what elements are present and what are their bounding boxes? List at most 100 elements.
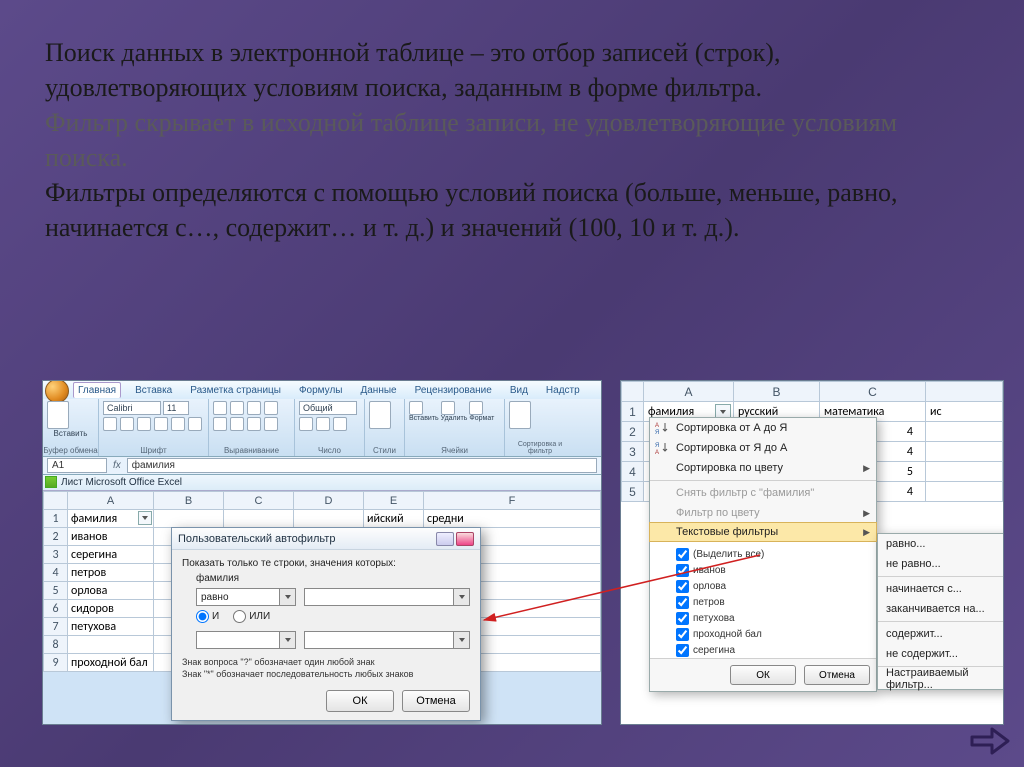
font-name-combo[interactable]: Calibri xyxy=(103,401,161,415)
col-header[interactable]: D xyxy=(294,492,364,510)
cell-header[interactable]: фамилия xyxy=(68,510,154,528)
sort-az-item[interactable]: АЯ Сортировка от А до Я xyxy=(650,418,876,438)
paste-icon[interactable] xyxy=(47,401,69,429)
col-header[interactable] xyxy=(926,382,1003,402)
value2-input[interactable] xyxy=(304,631,470,649)
filter-custom-item[interactable]: Настраиваемый фильтр... xyxy=(878,669,1004,689)
dialog-cancel-button[interactable]: Отмена xyxy=(402,690,470,712)
row-header[interactable]: 4 xyxy=(622,462,644,482)
row-header[interactable]: 3 xyxy=(44,546,68,564)
underline-icon[interactable] xyxy=(137,417,151,431)
formula-bar[interactable]: фамилия xyxy=(127,458,597,473)
col-header[interactable]: B xyxy=(734,382,820,402)
col-header[interactable]: E xyxy=(364,492,424,510)
cell[interactable]: иванов xyxy=(68,528,154,546)
sort-za-item[interactable]: ЯА Сортировка от Я до А xyxy=(650,438,876,458)
tab-home[interactable]: Главная xyxy=(73,382,121,398)
tab-formulas[interactable]: Формулы xyxy=(295,383,347,398)
align-icon[interactable] xyxy=(230,417,244,431)
currency-icon[interactable] xyxy=(299,417,313,431)
merge-icon[interactable] xyxy=(264,417,278,431)
align-icon[interactable] xyxy=(247,417,261,431)
filter-check-item[interactable]: серегина xyxy=(676,642,870,658)
menu-cancel-button[interactable]: Отмена xyxy=(804,665,870,685)
cell[interactable]: петров xyxy=(68,564,154,582)
align-icon[interactable] xyxy=(230,401,244,415)
filter-check-item[interactable]: петров xyxy=(676,594,870,610)
format-cells-icon[interactable] xyxy=(469,401,483,415)
cell[interactable] xyxy=(926,482,1003,502)
italic-icon[interactable] xyxy=(120,417,134,431)
sort-by-color-item[interactable]: Сортировка по цвету▶ xyxy=(650,458,876,478)
text-filters-item[interactable]: Текстовые фильтры▶ xyxy=(649,522,877,542)
col-header[interactable]: A xyxy=(644,382,734,402)
align-icon[interactable] xyxy=(247,401,261,415)
row-header[interactable]: 4 xyxy=(44,564,68,582)
cell[interactable] xyxy=(154,510,224,528)
filter-check-item[interactable]: петухова xyxy=(676,610,870,626)
cell[interactable]: проходной бал xyxy=(68,654,154,672)
percent-icon[interactable] xyxy=(316,417,330,431)
row-header[interactable]: 1 xyxy=(622,402,644,422)
insert-cells-icon[interactable] xyxy=(409,401,423,415)
row-header[interactable]: 9 xyxy=(44,654,68,672)
filter-values-checklist[interactable]: (Выделить все) иванов орлова петров пету… xyxy=(650,541,876,659)
dialog-titlebar[interactable]: Пользовательский автофильтр xyxy=(172,528,480,550)
row-header[interactable]: 1 xyxy=(44,510,68,528)
filter-check-item[interactable]: орлова xyxy=(676,578,870,594)
cell[interactable]: сидоров xyxy=(68,600,154,618)
bold-icon[interactable] xyxy=(103,417,117,431)
select-all-corner[interactable] xyxy=(622,382,644,402)
cell[interactable] xyxy=(224,510,294,528)
filter-check-item[interactable]: проходной бал xyxy=(676,626,870,642)
row-header[interactable]: 2 xyxy=(622,422,644,442)
font-size-combo[interactable]: 11 xyxy=(163,401,189,415)
dialog-help-button[interactable] xyxy=(436,532,454,546)
cell-header[interactable]: ийский xyxy=(364,510,424,528)
cell[interactable]: серегина xyxy=(68,546,154,564)
sort-filter-icon[interactable] xyxy=(509,401,531,429)
tab-review[interactable]: Рецензирование xyxy=(411,383,496,398)
tab-layout[interactable]: Разметка страницы xyxy=(186,383,285,398)
tab-addins[interactable]: Надстр xyxy=(542,383,584,398)
tab-view[interactable]: Вид xyxy=(506,383,532,398)
row-header[interactable]: 8 xyxy=(44,636,68,654)
col-header[interactable]: B xyxy=(154,492,224,510)
filter-not-equals-item[interactable]: не равно... xyxy=(878,554,1004,574)
tab-insert[interactable]: Вставка xyxy=(131,383,176,398)
col-header[interactable]: A xyxy=(68,492,154,510)
filter-equals-item[interactable]: равно... xyxy=(878,534,1004,554)
cell[interactable] xyxy=(294,510,364,528)
align-icon[interactable] xyxy=(213,401,227,415)
row-header[interactable]: 5 xyxy=(44,582,68,600)
filter-dropdown-icon[interactable] xyxy=(138,511,152,525)
filter-begins-with-item[interactable]: начинается с... xyxy=(878,579,1004,599)
col-header[interactable]: C xyxy=(820,382,926,402)
col-header[interactable]: C xyxy=(224,492,294,510)
border-icon[interactable] xyxy=(154,417,168,431)
row-header[interactable]: 6 xyxy=(44,600,68,618)
filter-check-item[interactable]: (Выделить все) xyxy=(676,546,870,562)
delete-cells-icon[interactable] xyxy=(441,401,455,415)
select-all-corner[interactable] xyxy=(44,492,68,510)
value1-input[interactable] xyxy=(304,588,470,606)
radio-or[interactable]: ИЛИ xyxy=(233,610,270,623)
fill-icon[interactable] xyxy=(171,417,185,431)
cell-header[interactable]: ис xyxy=(926,402,1003,422)
cell[interactable]: орлова xyxy=(68,582,154,600)
tab-data[interactable]: Данные xyxy=(356,383,400,398)
operator1-combo[interactable]: равно xyxy=(196,588,296,606)
radio-and[interactable]: И xyxy=(196,610,219,623)
cell[interactable] xyxy=(68,636,154,654)
dialog-close-button[interactable] xyxy=(456,532,474,546)
comma-icon[interactable] xyxy=(333,417,347,431)
wrap-icon[interactable] xyxy=(264,401,278,415)
name-box[interactable]: A1 xyxy=(47,458,107,473)
fx-icon[interactable]: fx xyxy=(113,460,121,471)
filter-ends-with-item[interactable]: заканчивается на... xyxy=(878,599,1004,619)
filter-check-item[interactable]: иванов xyxy=(676,562,870,578)
row-header[interactable]: 3 xyxy=(622,442,644,462)
col-header[interactable]: F xyxy=(424,492,601,510)
cell[interactable] xyxy=(926,422,1003,442)
filter-contains-item[interactable]: содержит... xyxy=(878,624,1004,644)
